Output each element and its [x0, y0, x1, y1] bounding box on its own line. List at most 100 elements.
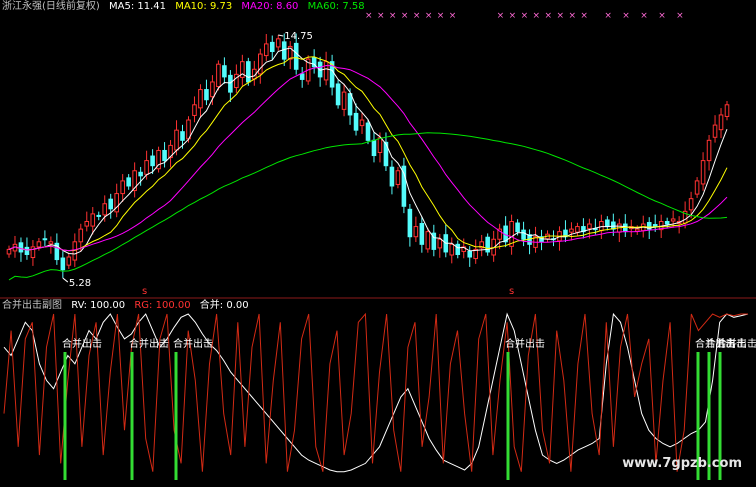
candle-body	[371, 139, 377, 157]
candle-body	[126, 177, 131, 187]
candle-body	[138, 171, 143, 177]
candle-body	[449, 243, 455, 256]
candle-body	[395, 170, 401, 185]
candle-body	[664, 221, 670, 225]
stock-title: 浙江永强(日线前复权)	[2, 1, 100, 12]
signal-x-marker: ×	[556, 11, 564, 21]
candle-body	[48, 241, 54, 245]
candle-body	[234, 73, 239, 89]
signal-label: 合并出击	[173, 337, 213, 350]
candle-body	[670, 218, 676, 222]
candle-body	[30, 246, 36, 259]
candle-body	[275, 38, 281, 48]
candle-body	[515, 222, 520, 233]
candle-body	[210, 81, 215, 98]
candle-body	[724, 104, 730, 117]
signal-x-marker: ×	[389, 11, 397, 21]
signal-x-marker: ×	[580, 11, 588, 21]
candle-body	[78, 228, 84, 243]
candle-body	[42, 238, 48, 241]
chart-canvas[interactable]: 14.755.28× × × × × × × × × × × × × × × × × × × × ×s s 合并出击 合并出…	[0, 0, 756, 487]
candle-body	[419, 223, 425, 245]
candle-body	[36, 241, 42, 248]
ma5-readout: MA5: 11.41	[109, 1, 167, 12]
candle-body	[652, 224, 658, 228]
candle-body	[246, 61, 251, 83]
candle-body	[18, 242, 24, 253]
signal-x-marker: ×	[568, 11, 576, 21]
signal-label: 合并出击	[62, 337, 102, 350]
candle-body	[6, 248, 12, 255]
candle-body	[401, 165, 407, 207]
main-header: 浙江永强(日线前复权) MA5: 11.41 MA10: 9.73 MA20: …	[2, 1, 371, 13]
candle-body	[299, 73, 305, 80]
candle-body	[347, 93, 353, 116]
signal-x-marker: ×	[449, 11, 457, 21]
signal-x-marker: ×	[401, 11, 409, 21]
candle-body	[323, 61, 329, 81]
candle-body	[353, 112, 359, 131]
signal-x-marker: ×	[622, 11, 630, 21]
candle-body	[712, 124, 718, 138]
signal-x-marker: ×	[497, 11, 505, 21]
signal-x-marker: ×	[509, 11, 517, 21]
ma60-readout: MA60: 7.58	[307, 1, 365, 12]
signal-label: 合并出击	[717, 337, 756, 350]
candle-body	[521, 229, 526, 240]
candle-body	[144, 160, 149, 175]
candle-body	[413, 226, 419, 238]
ma10-readout: MA10: 9.73	[175, 1, 233, 12]
candle-body	[694, 180, 700, 195]
candle-body	[222, 65, 227, 78]
signal-x-marker: ×	[676, 11, 684, 21]
sub-title: 合并出击副图	[2, 300, 62, 311]
candle-body	[605, 219, 610, 228]
s-marker: s	[509, 286, 514, 297]
candle-body	[365, 122, 371, 141]
rv-readout: RV: 100.00	[71, 300, 126, 311]
candle-body	[198, 89, 203, 109]
watermark: www.7gpzb.com	[622, 456, 742, 471]
signal-x-marker: ×	[377, 11, 385, 21]
candle-body	[120, 180, 125, 195]
candle-body	[281, 41, 287, 60]
candle-body	[258, 53, 263, 75]
signal-x-marker: ×	[413, 11, 421, 21]
candle-body	[90, 213, 96, 227]
candle-body	[24, 246, 30, 255]
candle-body	[269, 41, 275, 53]
sub-header: 合并出击副图 RV: 100.00 RG: 100.00 合并: 0.00	[2, 300, 255, 312]
rg-readout: RG: 100.00	[134, 300, 191, 311]
high-price-label: 14.75	[284, 31, 313, 42]
candle-body	[718, 114, 724, 131]
signal-x-marker: ×	[533, 11, 541, 21]
candle-body	[688, 198, 694, 211]
signal-x-marker: ×	[658, 11, 666, 21]
low-price-label: 5.28	[69, 278, 91, 289]
candle-body	[706, 139, 712, 162]
candle-body	[180, 131, 185, 141]
hb-readout: 合并: 0.00	[199, 300, 249, 311]
candle-body	[377, 137, 383, 153]
candle-body	[204, 89, 209, 101]
signal-x-marker: ×	[425, 11, 433, 21]
candle-body	[96, 214, 102, 217]
s-marker: s	[142, 286, 147, 297]
signal-label: 合并出击	[505, 337, 545, 350]
signal-x-marker: ×	[521, 11, 529, 21]
candle-body	[389, 166, 395, 187]
candle-body	[359, 119, 365, 127]
candle-body	[102, 203, 108, 216]
candle-body	[60, 257, 66, 271]
candle-body	[293, 42, 299, 70]
candle-body	[228, 74, 233, 93]
candle-body	[575, 226, 580, 233]
candle-body	[174, 129, 179, 151]
candle-body	[437, 238, 443, 249]
candle-body	[467, 250, 473, 258]
candle-body	[407, 208, 413, 238]
candle-body	[108, 198, 114, 210]
candle-body	[587, 223, 592, 230]
candle-body	[162, 149, 167, 162]
signal-x-marker: ×	[604, 11, 612, 21]
